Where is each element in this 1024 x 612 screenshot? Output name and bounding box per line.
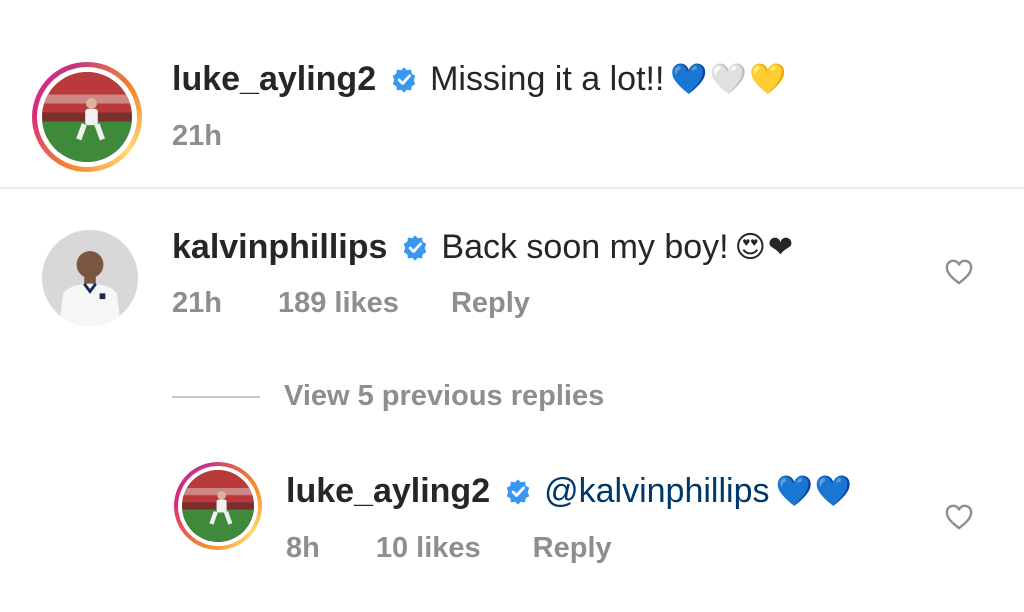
comment-1-time: 21h [172,120,222,152]
avatar-image [42,72,132,162]
avatar-image [42,230,138,326]
comment-2-line: kalvinphillips Back soon my boy! 😍❤ [172,228,795,267]
comment-1-text: Missing it a lot!! [430,60,665,98]
comments-panel: luke_ayling2 Missing it a lot!! 💙🤍💛 21h … [0,0,1024,612]
avatar-image [182,470,254,542]
comment-2-username[interactable]: kalvinphillips [172,228,387,267]
comment-1-meta: 21h [172,120,222,153]
verified-badge-icon [404,234,427,261]
reply-1-emoji: 💙💙 [775,474,855,509]
comment-2-emoji: 😍❤ [734,230,796,265]
comment-1-username[interactable]: luke_ayling2 [172,60,376,99]
view-replies-label[interactable]: View 5 previous replies [284,380,604,413]
verified-badge-icon [506,478,530,505]
heart-icon[interactable] [944,258,974,286]
avatar-kalvin[interactable] [42,230,138,326]
reply-1-line: luke_ayling2 @kalvinphillips 💙💙 [286,472,854,511]
comment-2-likes[interactable]: 189 likes [278,287,399,320]
comment-1-emoji: 💙🤍💛 [670,62,789,97]
avatar-luke-reply[interactable] [174,462,262,550]
verified-badge-icon [392,66,416,93]
reply-1-reply-button[interactable]: Reply [533,532,612,565]
reply-1-username[interactable]: luke_ayling2 [286,472,490,511]
reply-1-likes[interactable]: 10 likes [376,532,481,565]
comment-2-reply-button[interactable]: Reply [451,287,530,320]
comment-2-text: Back soon my boy! [441,228,729,266]
comment-1-line: luke_ayling2 Missing it a lot!! 💙🤍💛 [172,60,788,99]
view-replies-line [172,395,260,398]
heart-icon[interactable] [944,503,974,531]
reply-1-mention[interactable]: @kalvinphillips [544,472,769,511]
comment-2-meta: 21h 189 likes Reply [172,287,530,320]
view-previous-replies[interactable]: View 5 previous replies [172,380,604,413]
avatar-luke[interactable] [32,62,142,172]
reply-1-meta: 8h 10 likes Reply [286,532,612,565]
divider [0,187,1024,189]
comment-2-time: 21h [172,287,222,319]
reply-1-time: 8h [286,532,320,564]
